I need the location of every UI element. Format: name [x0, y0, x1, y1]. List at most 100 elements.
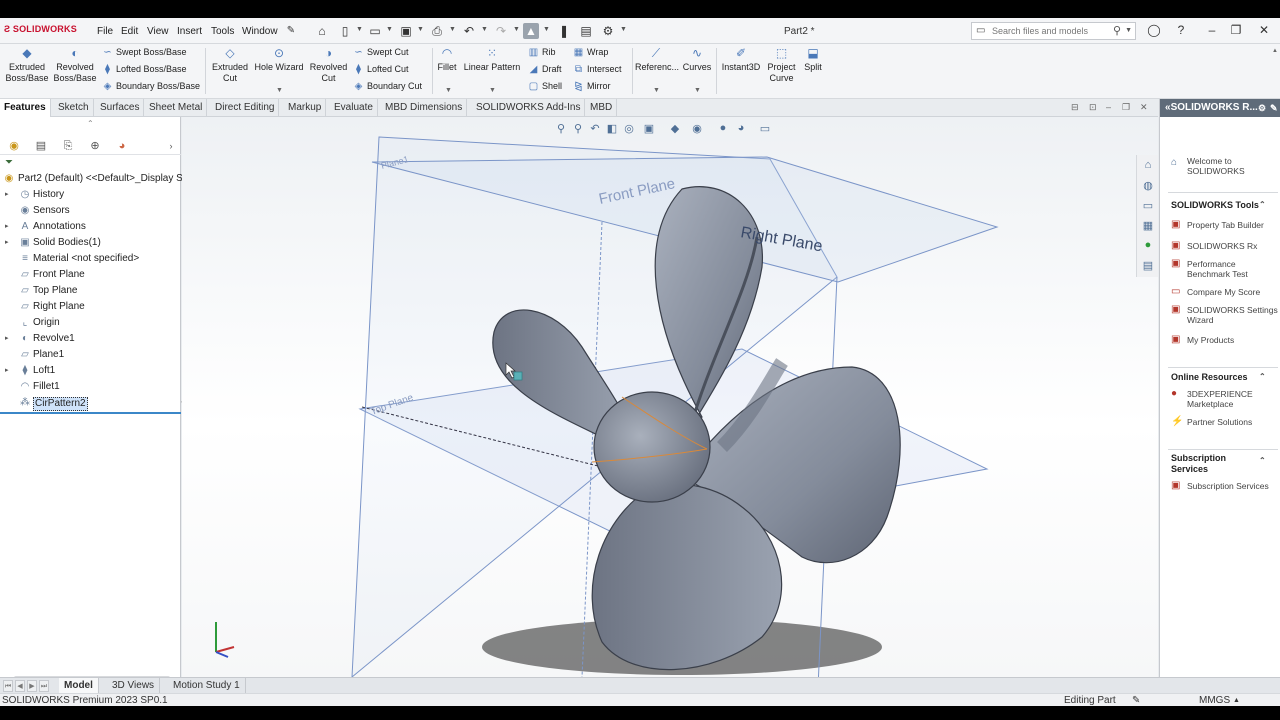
- lofted-cut-button[interactable]: ⧫ Lofted Cut: [352, 64, 409, 75]
- graphics-area[interactable]: Front Plane Right Plane Top Plane Plane1…: [182, 117, 1158, 677]
- tab-markup[interactable]: Markup: [284, 99, 327, 117]
- options-icon[interactable]: ⚙: [600, 23, 616, 39]
- tab-motion-study[interactable]: Motion Study 1: [168, 678, 246, 694]
- wrap-button[interactable]: ▦ Wrap: [572, 47, 609, 58]
- zoom-to-area-icon[interactable]: ⚲: [570, 122, 586, 135]
- tree-item[interactable]: ▱ Top Plane: [0, 283, 181, 299]
- print-icon[interactable]: ⎙: [429, 23, 445, 39]
- save-dropdown-icon[interactable]: ▼: [417, 26, 424, 33]
- revolved-boss-button[interactable]: ◐ Revolved Boss/Base: [51, 46, 99, 84]
- boundary-cut-button[interactable]: ◈ Boundary Cut: [352, 81, 422, 92]
- resources-home-icon[interactable]: ⌂: [1141, 159, 1155, 173]
- expand-arrow-icon[interactable]: ▸: [5, 187, 9, 203]
- tab-surfaces[interactable]: Surfaces: [96, 99, 145, 117]
- redo-icon[interactable]: ↷: [493, 23, 509, 39]
- tab-add-ins[interactable]: SOLIDWORKS Add-Ins: [472, 99, 586, 117]
- search-dropdown-icon[interactable]: ▼: [1125, 27, 1132, 34]
- filter-icon[interactable]: ⏷: [5, 157, 13, 168]
- tab-evaluate[interactable]: Evaluate: [330, 99, 378, 117]
- expand-arrow-icon[interactable]: ▸: [5, 219, 9, 235]
- undo-dropdown-icon[interactable]: ▼: [481, 26, 488, 33]
- panel-grip-icon[interactable]: ⌃: [87, 119, 94, 128]
- boundary-boss-button[interactable]: ◈ Boundary Boss/Base: [101, 81, 200, 92]
- open-dropdown-icon[interactable]: ▼: [386, 26, 393, 33]
- hole-wizard-button[interactable]: ⊙ Hole Wizard: [253, 46, 305, 73]
- rebuild-icon[interactable]: ✎: [1132, 694, 1140, 706]
- hole-wizard-dropdown-icon[interactable]: ▼: [276, 87, 283, 94]
- search-input[interactable]: ▭ Search files and models ⚲ ▼: [971, 22, 1136, 40]
- new-document-icon[interactable]: ▯: [337, 23, 353, 39]
- menu-tools[interactable]: Tools: [211, 26, 234, 37]
- expand-arrow-icon[interactable]: ▸: [5, 235, 9, 251]
- swept-cut-button[interactable]: ∽ Swept Cut: [352, 47, 408, 58]
- tab-direct-editing[interactable]: Direct Editing: [211, 99, 280, 117]
- intersect-button[interactable]: ⧉ Intersect: [572, 64, 622, 75]
- select-icon[interactable]: ▲: [523, 23, 539, 39]
- first-tab-icon[interactable]: ⏮: [3, 680, 13, 692]
- zoom-to-fit-icon[interactable]: ⚲: [553, 122, 569, 135]
- print-dropdown-icon[interactable]: ▼: [449, 26, 456, 33]
- menu-edit[interactable]: Edit: [121, 26, 138, 37]
- save-icon[interactable]: ▣: [398, 23, 414, 39]
- tree-item[interactable]: ⁂ CirPattern2: [0, 395, 181, 411]
- units-selector[interactable]: MMGS: [1199, 694, 1230, 706]
- help-icon[interactable]: ?: [1173, 23, 1189, 37]
- doc-restore-icon[interactable]: ❐: [1122, 102, 1130, 113]
- ribbon-collapse-icon[interactable]: ▲: [1272, 48, 1278, 54]
- search-icon[interactable]: ⚲: [1113, 24, 1121, 37]
- tree-item[interactable]: ◉ Sensors: [0, 203, 181, 219]
- task-pane-pin-icon[interactable]: ✎: [1270, 99, 1278, 117]
- hide-show-items-icon[interactable]: ◉: [689, 122, 705, 135]
- curves-button[interactable]: ∿ Curves: [680, 46, 714, 73]
- rollback-bar[interactable]: [0, 412, 181, 414]
- menu-window[interactable]: Window: [242, 26, 278, 37]
- curves-dropdown-icon[interactable]: ▼: [694, 87, 701, 94]
- display-style-icon[interactable]: ◆: [667, 122, 683, 135]
- configuration-manager-tab-icon[interactable]: ⎘: [57, 138, 79, 154]
- propeller-hub[interactable]: [593, 391, 711, 503]
- display-manager-tab-icon[interactable]: ◕: [111, 138, 133, 154]
- new-dropdown-icon[interactable]: ▼: [356, 26, 363, 33]
- select-dropdown-icon[interactable]: ▼: [543, 26, 550, 33]
- more-tabs-icon[interactable]: ›: [160, 138, 182, 154]
- menu-insert[interactable]: Insert: [177, 26, 202, 37]
- prev-tab-icon[interactable]: ◀: [15, 680, 25, 692]
- dynamic-annotation-icon[interactable]: ◎: [621, 122, 637, 135]
- tree-item[interactable]: ≡ Material <not specified>: [0, 251, 181, 267]
- units-dropdown-icon[interactable]: ▲: [1233, 694, 1240, 706]
- tile-icon[interactable]: ⊟: [1071, 102, 1079, 113]
- last-tab-icon[interactable]: ⏭: [39, 680, 49, 692]
- tab-sketch[interactable]: Sketch: [54, 99, 94, 117]
- tools-section-header[interactable]: SOLIDWORKS Tools ⌃: [1171, 200, 1266, 210]
- tree-item[interactable]: ▸ ◷ History: [0, 187, 181, 203]
- linear-pattern-dropdown-icon[interactable]: ▼: [489, 87, 496, 94]
- design-library-icon[interactable]: ◍: [1141, 179, 1155, 193]
- subscription-section-header[interactable]: Subscription Services ⌃: [1171, 453, 1266, 475]
- fillet-button[interactable]: ◠ Fillet: [435, 46, 459, 73]
- file-explorer-icon[interactable]: ▭: [1141, 199, 1155, 213]
- tab-sheet-metal[interactable]: Sheet Metal: [145, 99, 208, 117]
- draft-button[interactable]: ◢ Draft: [527, 64, 562, 75]
- feature-tree-tab-icon[interactable]: ◉: [3, 138, 25, 154]
- fillet-dropdown-icon[interactable]: ▼: [445, 87, 452, 94]
- menu-view[interactable]: View: [147, 26, 169, 37]
- tree-item[interactable]: ▸ ⧫ Loft1: [0, 363, 181, 379]
- next-tab-icon[interactable]: ▶: [27, 680, 37, 692]
- tree-item[interactable]: ▸ ◐ Revolve1: [0, 331, 181, 347]
- tree-root-part[interactable]: ◉ Part2 (Default) <<Default>_Display S: [0, 171, 183, 187]
- linear-pattern-button[interactable]: ⁙ Linear Pattern: [462, 46, 522, 73]
- undo-icon[interactable]: ↶: [461, 23, 477, 39]
- rib-button[interactable]: ▥ Rib: [527, 47, 556, 58]
- swept-boss-button[interactable]: ∽ Swept Boss/Base: [101, 47, 186, 58]
- solidworks-logo[interactable]: Ƨ SOLIDWORKS: [4, 24, 77, 34]
- tab-mbd[interactable]: MBD: [586, 99, 618, 117]
- property-manager-tab-icon[interactable]: ▤: [30, 138, 52, 154]
- tab-3d-views[interactable]: 3D Views: [107, 678, 161, 694]
- minimize-icon[interactable]: –: [1204, 23, 1220, 37]
- shell-button[interactable]: ▢ Shell: [527, 81, 562, 92]
- tree-item[interactable]: ▸ A Annotations: [0, 219, 181, 235]
- tree-item[interactable]: ▱ Front Plane: [0, 267, 181, 283]
- previous-view-icon[interactable]: ↶: [587, 122, 603, 135]
- mirror-button[interactable]: ⧎ Mirror: [572, 81, 610, 92]
- search-scope-icon[interactable]: ▭: [976, 25, 985, 36]
